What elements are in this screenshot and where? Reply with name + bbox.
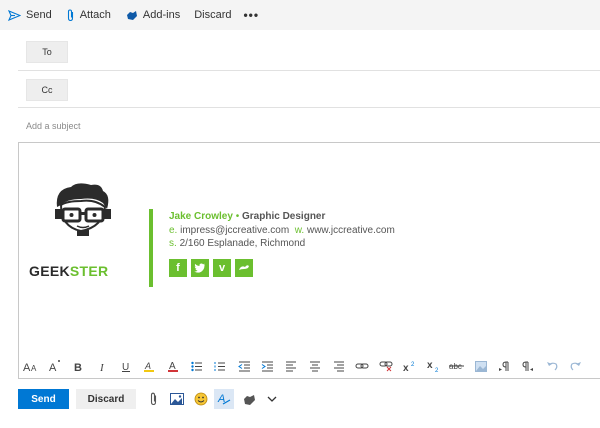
remove-link-icon[interactable] (374, 360, 398, 372)
rtl-icon[interactable] (516, 361, 540, 372)
vimeo-icon[interactable]: v (213, 259, 231, 277)
to-row: To (18, 38, 600, 71)
formatting-toggle-icon[interactable]: A (214, 389, 234, 409)
ltr-icon[interactable] (493, 361, 517, 372)
svg-text:A: A (49, 362, 57, 372)
svg-text:B: B (74, 362, 82, 372)
font-color-icon[interactable]: A (161, 360, 185, 372)
discard-button[interactable]: Discard (76, 389, 136, 409)
signature-website-link[interactable]: www.jccreative.com (307, 225, 395, 236)
formatting-toolbar: AA A B I U A A x2 x2 abc (19, 355, 600, 377)
send-command[interactable]: Send (8, 0, 52, 30)
addins-icon (126, 11, 137, 20)
svg-text:U: U (122, 362, 129, 372)
more-icon: ••• (243, 8, 260, 22)
svg-text:2: 2 (435, 368, 439, 372)
send-button-label: Send (31, 393, 56, 405)
paperclip-icon (67, 8, 73, 21)
font-size-icon[interactable]: AA (19, 360, 43, 372)
skype-icon[interactable] (235, 259, 253, 277)
more-options-button[interactable]: ••• (243, 0, 259, 30)
subject-row (18, 110, 600, 143)
attach-command-label: Attach (79, 9, 111, 21)
undo-icon[interactable] (540, 361, 564, 371)
cc-label: Cc (41, 85, 53, 95)
insert-link-icon[interactable] (351, 361, 375, 371)
cc-button[interactable]: Cc (26, 79, 68, 101)
logo-wordmark-part1: GEEK (29, 263, 70, 279)
send-button[interactable]: Send (18, 389, 69, 409)
highlight-icon[interactable]: A (137, 360, 161, 372)
signature-line-3: s. 2/160 Esplanade, Richmond (169, 237, 395, 251)
to-label: To (42, 47, 52, 57)
svg-text:A: A (23, 362, 31, 372)
signature-title: Graphic Designer (242, 211, 326, 222)
attach-command[interactable]: Attach (66, 0, 111, 30)
signature-name: Jake Crowley (169, 211, 233, 222)
logo-wordmark: GEEKSTER (29, 263, 108, 279)
svg-text:A: A (31, 364, 37, 372)
decrease-indent-icon[interactable] (232, 361, 256, 372)
web-label: w. (294, 224, 305, 236)
discard-button-label: Discard (87, 393, 125, 405)
signature-details: Jake Crowley • Graphic Designer e. impre… (169, 210, 395, 251)
insert-picture-icon[interactable] (469, 360, 493, 372)
message-body[interactable]: GEEKSTER Jake Crowley • Graphic Designer… (18, 143, 600, 379)
signature-email-link[interactable]: impress@jccreative.com (180, 225, 289, 236)
signature-address: 2/160 Esplanade, Richmond (179, 238, 306, 249)
grow-font-icon[interactable]: A (43, 360, 67, 372)
attach-icon[interactable] (144, 390, 162, 408)
send-command-label: Send (26, 9, 52, 21)
superscript-icon[interactable]: x2 (398, 360, 422, 372)
addins-command[interactable]: Add-ins (125, 0, 180, 30)
align-left-icon[interactable] (280, 361, 304, 372)
addins-command-label: Add-ins (142, 9, 181, 21)
cc-row: Cc (18, 76, 600, 108)
social-links: f v (169, 259, 257, 277)
bullets-icon[interactable] (185, 361, 209, 372)
signature-separator: • (235, 211, 240, 222)
geekster-logo-icon (55, 183, 111, 236)
align-center-icon[interactable] (303, 361, 327, 372)
logo-wordmark-part2: STER (69, 263, 109, 279)
signature-line-2: e. impress@jccreative.com w. www.jccreat… (169, 224, 395, 238)
svg-text:I: I (99, 362, 105, 372)
signature-line-1: Jake Crowley • Graphic Designer (169, 210, 395, 224)
redo-icon[interactable] (564, 361, 588, 371)
to-button[interactable]: To (26, 41, 68, 63)
svg-text:2: 2 (411, 362, 415, 368)
facebook-icon[interactable]: f (169, 259, 187, 277)
underline-icon[interactable]: U (114, 360, 138, 372)
send-icon (8, 9, 21, 21)
svg-text:x: x (403, 363, 409, 372)
subscript-icon[interactable]: x2 (422, 360, 446, 372)
align-right-icon[interactable] (327, 361, 351, 372)
svg-text:x: x (427, 360, 433, 371)
compose-action-bar: Send Discard A (0, 384, 600, 414)
email-label: e. (169, 224, 178, 236)
increase-indent-icon[interactable] (256, 361, 280, 372)
discard-command-label: Discard (194, 9, 232, 21)
chevron-down-icon[interactable] (263, 390, 281, 408)
bold-icon[interactable]: B (66, 360, 90, 372)
addins-icon[interactable] (240, 390, 258, 408)
italic-icon[interactable]: I (90, 360, 114, 372)
insert-picture-icon[interactable] (168, 390, 186, 408)
discard-command[interactable]: Discard (194, 0, 231, 30)
strikethrough-icon[interactable]: abc (445, 361, 469, 371)
subject-input[interactable] (26, 121, 426, 131)
emoji-icon[interactable] (192, 390, 210, 408)
address-label: s. (169, 238, 177, 249)
twitter-icon[interactable] (191, 259, 209, 277)
numbering-icon[interactable] (209, 361, 233, 372)
svg-text:A: A (144, 361, 151, 371)
command-bar: Send Attach Add-ins Discard ••• (0, 0, 600, 30)
signature-divider (149, 209, 153, 287)
